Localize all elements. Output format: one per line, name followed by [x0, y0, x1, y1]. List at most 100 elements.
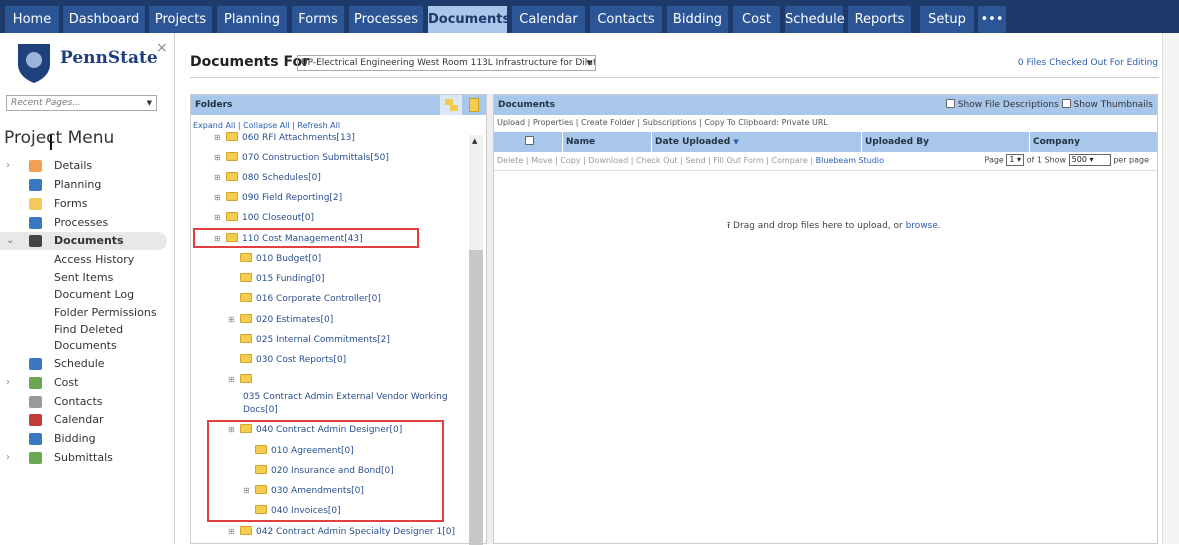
sidebar-item-cost[interactable]: › Cost [0, 374, 167, 392]
chevron-down-icon[interactable]: ⌄ [6, 232, 14, 250]
page-select[interactable]: 1 ▾ [1006, 154, 1025, 166]
chevron-right-icon[interactable]: › [6, 374, 10, 392]
folder-item[interactable]: 100 Closeout[0] [226, 211, 314, 225]
folder-item[interactable]: 060 RFI Attachments[13] [226, 131, 355, 145]
project-select-value: UP-Electrical Engineering West Room 113L… [301, 58, 596, 68]
file-action-fill-out-form[interactable]: Fill Out Form [713, 156, 763, 165]
project-select[interactable]: UP-Electrical Engineering West Room 113L… [297, 55, 596, 71]
chevron-right-icon[interactable]: › [6, 157, 10, 175]
folder-item[interactable]: 016 Corporate Controller[0] [240, 292, 381, 306]
recent-pages-select[interactable]: Recent Pages... ▼ [6, 95, 157, 111]
documents-action-create-folder[interactable]: Create Folder [581, 118, 635, 127]
expand-toggle-icon[interactable]: ⊞ [214, 191, 221, 205]
tab-reports[interactable]: Reports [848, 6, 911, 33]
tree-view-icon[interactable] [440, 95, 462, 115]
folders-action-refresh-all[interactable]: Refresh All [297, 121, 340, 130]
sidebar-subitem[interactable]: Sent Items [54, 271, 113, 284]
column-uploaded-by[interactable]: Uploaded By [861, 132, 1029, 152]
show-thumbnails-checkbox[interactable] [1061, 99, 1071, 108]
tab-calendar[interactable]: Calendar [512, 6, 585, 33]
scroll-up-icon[interactable]: ▲ [472, 137, 477, 145]
folder-item[interactable] [240, 373, 256, 387]
sidebar-item-contacts[interactable]: Contacts [0, 393, 167, 411]
browse-link[interactable]: browse. [906, 221, 941, 231]
tab-cost[interactable]: Cost [733, 6, 780, 33]
tab-bidding[interactable]: Bidding [667, 6, 728, 33]
drop-zone[interactable]: ⭱ Drag and drop files here to upload, or… [727, 218, 941, 234]
sidebar-item-documents[interactable]: ⌄ Documents [0, 232, 167, 250]
sidebar-subitem[interactable]: Documents [54, 339, 117, 352]
column-date-uploaded[interactable]: Date Uploaded ▼ [651, 132, 861, 152]
expand-toggle-icon[interactable]: ⊞ [228, 313, 235, 327]
per-page-select[interactable]: 500 ▾ [1068, 154, 1111, 166]
sidebar-item-submittals[interactable]: › Submittals [0, 449, 167, 467]
scrollbar-thumb[interactable] [469, 250, 483, 545]
expand-toggle-icon[interactable]: ⊞ [228, 525, 235, 539]
tab-forms[interactable]: Forms [292, 6, 344, 33]
file-action-send[interactable]: Send [685, 156, 705, 165]
folders-action-expand-all[interactable]: Expand All [193, 121, 235, 130]
close-icon[interactable]: × [156, 40, 168, 56]
expand-toggle-icon[interactable]: ⊞ [228, 373, 235, 387]
tab-dashboard[interactable]: Dashboard [63, 6, 145, 33]
tab-processes[interactable]: Processes [349, 6, 423, 33]
select-all-checkbox[interactable] [525, 136, 534, 145]
folder-icon [240, 253, 252, 262]
folder-item[interactable]: Docs[0] [243, 403, 278, 417]
tab-schedule[interactable]: Schedule [785, 6, 845, 33]
file-action-bluebeam-studio[interactable]: Bluebeam Studio [816, 156, 884, 165]
chevron-right-icon[interactable]: › [6, 449, 10, 467]
documents-for-label: Documents For [190, 54, 309, 70]
tab-planning[interactable]: Planning [217, 6, 287, 33]
tab-documents[interactable]: Documents [428, 6, 510, 33]
expand-toggle-icon[interactable]: ⊞ [214, 171, 221, 185]
file-action-delete[interactable]: Delete [497, 156, 523, 165]
tab-setup[interactable]: Setup [920, 6, 974, 33]
scrollbar[interactable]: ▲ [469, 135, 483, 545]
folder-item[interactable]: 020 Estimates[0] [240, 313, 333, 327]
folder-item[interactable]: 015 Funding[0] [240, 272, 325, 286]
folder-item[interactable]: 025 Internal Commitments[2] [240, 333, 390, 347]
file-action-move[interactable]: Move [531, 156, 552, 165]
expand-toggle-icon[interactable]: ⊞ [214, 211, 221, 225]
show-descriptions-checkbox[interactable] [945, 99, 955, 108]
tab-more[interactable]: ••• [978, 6, 1006, 33]
folder-item[interactable]: 070 Construction Submittals[50] [226, 151, 389, 165]
folder-item[interactable]: 030 Cost Reports[0] [240, 353, 346, 367]
sidebar-subitem[interactable]: Access History [54, 253, 134, 266]
folder-item[interactable]: 090 Field Reporting[2] [226, 191, 342, 205]
column-name[interactable]: Name [562, 132, 595, 152]
folder-item[interactable]: 080 Schedules[0] [226, 171, 321, 185]
tab-contacts[interactable]: Contacts [590, 6, 662, 33]
sidebar-item-processes[interactable]: Processes [0, 214, 167, 232]
list-view-icon[interactable] [469, 98, 479, 112]
sidebar-item-schedule[interactable]: Schedule [0, 355, 167, 373]
sidebar-subitem[interactable]: Folder Permissions [54, 306, 157, 319]
file-action-check-out[interactable]: Check Out [636, 156, 678, 165]
sidebar-item-planning[interactable]: Planning [0, 176, 167, 194]
expand-toggle-icon[interactable]: ⊞ [214, 131, 221, 145]
sidebar-subitem[interactable]: Find Deleted [54, 323, 123, 336]
folders-action-collapse-all[interactable]: Collapse All [243, 121, 289, 130]
expand-toggle-icon[interactable]: ⊞ [214, 151, 221, 165]
folder-item[interactable]: 010 Budget[0] [240, 252, 321, 266]
documents-action-upload[interactable]: Upload [497, 118, 525, 127]
sidebar-item-calendar[interactable]: Calendar [0, 411, 167, 429]
column-company[interactable]: Company [1029, 132, 1080, 152]
folder-item[interactable]: 042 Contract Admin Specialty Designer 1[… [240, 525, 455, 539]
page-scrollbar[interactable] [1162, 33, 1179, 544]
file-action-compare[interactable]: Compare [772, 156, 808, 165]
tab-projects[interactable]: Projects [149, 6, 212, 33]
sidebar-subitem[interactable]: Document Log [54, 288, 134, 301]
sidebar-item-bidding[interactable]: Bidding [0, 430, 167, 448]
documents-action-subscriptions[interactable]: Subscriptions [643, 118, 697, 127]
sidebar-item-details[interactable]: › Details [0, 157, 167, 175]
file-action-download[interactable]: Download [588, 156, 628, 165]
file-action-copy[interactable]: Copy [560, 156, 580, 165]
folder-item[interactable]: 035 Contract Admin External Vendor Worki… [243, 390, 448, 404]
tab-home[interactable]: Home [5, 6, 59, 33]
documents-action-copy-to-clipboard-private-url[interactable]: Copy To Clipboard: Private URL [704, 118, 828, 127]
sidebar-item-forms[interactable]: Forms [0, 195, 167, 213]
documents-action-properties[interactable]: Properties [533, 118, 573, 127]
checked-out-link[interactable]: 0 Files Checked Out For Editing [1018, 58, 1158, 68]
